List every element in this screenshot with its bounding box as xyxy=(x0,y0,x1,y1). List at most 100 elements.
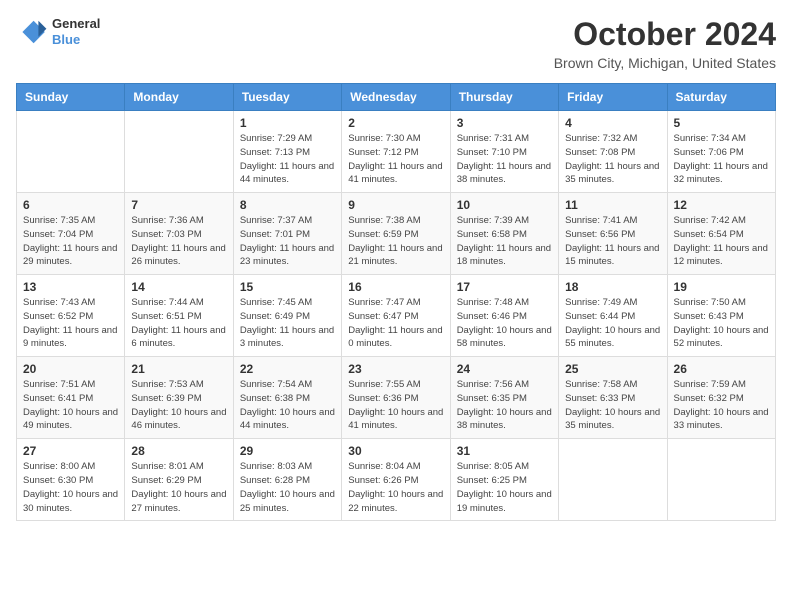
day-number: 1 xyxy=(240,116,335,130)
day-info: Sunrise: 7:32 AM Sunset: 7:08 PM Dayligh… xyxy=(565,132,660,187)
location: Brown City, Michigan, United States xyxy=(554,55,776,71)
logo: General Blue xyxy=(16,16,100,48)
day-info: Sunrise: 7:44 AM Sunset: 6:51 PM Dayligh… xyxy=(131,296,226,351)
calendar-cell: 4 Sunrise: 7:32 AM Sunset: 7:08 PM Daylig… xyxy=(559,111,667,193)
day-info: Sunrise: 7:36 AM Sunset: 7:03 PM Dayligh… xyxy=(131,214,226,269)
day-number: 10 xyxy=(457,198,552,212)
calendar-week-row: 27 Sunrise: 8:00 AM Sunset: 6:30 PM Dayli… xyxy=(17,439,776,521)
day-info: Sunrise: 7:45 AM Sunset: 6:49 PM Dayligh… xyxy=(240,296,335,351)
calendar-cell: 20Sunrise: 7:51 AM Sunset: 6:41 PM Dayli… xyxy=(17,357,125,439)
calendar-cell: 27 Sunrise: 8:00 AM Sunset: 6:30 PM Dayli… xyxy=(17,439,125,521)
calendar-cell: 11Sunrise: 7:41 AM Sunset: 6:56 PM Dayli… xyxy=(559,193,667,275)
day-number: 29 xyxy=(240,444,335,458)
day-number: 14 xyxy=(131,280,226,294)
day-number: 26 xyxy=(674,362,769,376)
day-number: 5 xyxy=(674,116,769,130)
calendar-cell: 30Sunrise: 8:04 AM Sunset: 6:26 PM Dayli… xyxy=(342,439,450,521)
day-info: Sunrise: 7:56 AM Sunset: 6:35 PM Dayligh… xyxy=(457,378,552,433)
day-info: Sunrise: 7:54 AM Sunset: 6:38 PM Dayligh… xyxy=(240,378,335,433)
title-block: October 2024 Brown City, Michigan, Unite… xyxy=(554,16,776,71)
day-info: Sunrise: 7:34 AM Sunset: 7:06 PM Dayligh… xyxy=(674,132,769,187)
day-number: 20 xyxy=(23,362,118,376)
day-info: Sunrise: 7:55 AM Sunset: 6:36 PM Dayligh… xyxy=(348,378,443,433)
weekday-header-saturday: Saturday xyxy=(667,84,775,111)
calendar-cell: 5 Sunrise: 7:34 AM Sunset: 7:06 PM Daylig… xyxy=(667,111,775,193)
day-info: Sunrise: 7:58 AM Sunset: 6:33 PM Dayligh… xyxy=(565,378,660,433)
day-number: 7 xyxy=(131,198,226,212)
calendar-week-row: 13Sunrise: 7:43 AM Sunset: 6:52 PM Dayli… xyxy=(17,275,776,357)
day-info: Sunrise: 7:35 AM Sunset: 7:04 PM Dayligh… xyxy=(23,214,118,269)
day-info: Sunrise: 8:01 AM Sunset: 6:29 PM Dayligh… xyxy=(131,460,226,515)
calendar-cell: 26Sunrise: 7:59 AM Sunset: 6:32 PM Dayli… xyxy=(667,357,775,439)
calendar-cell xyxy=(667,439,775,521)
day-number: 24 xyxy=(457,362,552,376)
weekday-header-monday: Monday xyxy=(125,84,233,111)
day-number: 3 xyxy=(457,116,552,130)
day-number: 6 xyxy=(23,198,118,212)
calendar-cell: 3Sunrise: 7:31 AM Sunset: 7:10 PM Daylig… xyxy=(450,111,558,193)
calendar-cell xyxy=(559,439,667,521)
calendar-cell: 7 Sunrise: 7:36 AM Sunset: 7:03 PM Daylig… xyxy=(125,193,233,275)
calendar-cell: 22 Sunrise: 7:54 AM Sunset: 6:38 PM Dayli… xyxy=(233,357,341,439)
day-number: 15 xyxy=(240,280,335,294)
calendar-cell: 21 Sunrise: 7:53 AM Sunset: 6:39 PM Dayli… xyxy=(125,357,233,439)
calendar-week-row: 20Sunrise: 7:51 AM Sunset: 6:41 PM Dayli… xyxy=(17,357,776,439)
calendar-cell: 14 Sunrise: 7:44 AM Sunset: 6:51 PM Dayli… xyxy=(125,275,233,357)
day-number: 21 xyxy=(131,362,226,376)
calendar-cell: 19Sunrise: 7:50 AM Sunset: 6:43 PM Dayli… xyxy=(667,275,775,357)
day-number: 25 xyxy=(565,362,660,376)
calendar-cell: 6 Sunrise: 7:35 AM Sunset: 7:04 PM Daylig… xyxy=(17,193,125,275)
day-number: 30 xyxy=(348,444,443,458)
day-number: 23 xyxy=(348,362,443,376)
page-header: General Blue October 2024 Brown City, Mi… xyxy=(16,16,776,71)
day-number: 17 xyxy=(457,280,552,294)
month-title: October 2024 xyxy=(554,16,776,53)
logo-line1: General xyxy=(52,16,100,32)
day-info: Sunrise: 7:29 AM Sunset: 7:13 PM Dayligh… xyxy=(240,132,335,187)
day-number: 4 xyxy=(565,116,660,130)
calendar-cell: 2Sunrise: 7:30 AM Sunset: 7:12 PM Daylig… xyxy=(342,111,450,193)
calendar-cell: 24 Sunrise: 7:56 AM Sunset: 6:35 PM Dayli… xyxy=(450,357,558,439)
day-number: 13 xyxy=(23,280,118,294)
calendar-cell: 8 Sunrise: 7:37 AM Sunset: 7:01 PM Daylig… xyxy=(233,193,341,275)
weekday-header-row: SundayMondayTuesdayWednesdayThursdayFrid… xyxy=(17,84,776,111)
calendar-cell: 23 Sunrise: 7:55 AM Sunset: 6:36 PM Dayli… xyxy=(342,357,450,439)
weekday-header-tuesday: Tuesday xyxy=(233,84,341,111)
calendar-week-row: 1 Sunrise: 7:29 AM Sunset: 7:13 PM Daylig… xyxy=(17,111,776,193)
logo-line2: Blue xyxy=(52,32,100,48)
calendar-table: SundayMondayTuesdayWednesdayThursdayFrid… xyxy=(16,83,776,521)
calendar-cell: 16Sunrise: 7:47 AM Sunset: 6:47 PM Dayli… xyxy=(342,275,450,357)
calendar-cell: 28 Sunrise: 8:01 AM Sunset: 6:29 PM Dayli… xyxy=(125,439,233,521)
day-info: Sunrise: 8:05 AM Sunset: 6:25 PM Dayligh… xyxy=(457,460,552,515)
day-info: Sunrise: 7:47 AM Sunset: 6:47 PM Dayligh… xyxy=(348,296,443,351)
day-number: 27 xyxy=(23,444,118,458)
day-info: Sunrise: 7:37 AM Sunset: 7:01 PM Dayligh… xyxy=(240,214,335,269)
day-info: Sunrise: 7:50 AM Sunset: 6:43 PM Dayligh… xyxy=(674,296,769,351)
calendar-cell xyxy=(17,111,125,193)
calendar-cell: 9 Sunrise: 7:38 AM Sunset: 6:59 PM Daylig… xyxy=(342,193,450,275)
day-info: Sunrise: 8:00 AM Sunset: 6:30 PM Dayligh… xyxy=(23,460,118,515)
day-info: Sunrise: 7:48 AM Sunset: 6:46 PM Dayligh… xyxy=(457,296,552,351)
calendar-cell: 17 Sunrise: 7:48 AM Sunset: 6:46 PM Dayli… xyxy=(450,275,558,357)
logo-text: General Blue xyxy=(52,16,100,47)
calendar-cell: 13Sunrise: 7:43 AM Sunset: 6:52 PM Dayli… xyxy=(17,275,125,357)
day-info: Sunrise: 7:39 AM Sunset: 6:58 PM Dayligh… xyxy=(457,214,552,269)
calendar-cell: 25 Sunrise: 7:58 AM Sunset: 6:33 PM Dayli… xyxy=(559,357,667,439)
day-number: 9 xyxy=(348,198,443,212)
day-number: 28 xyxy=(131,444,226,458)
weekday-header-sunday: Sunday xyxy=(17,84,125,111)
calendar-cell: 10 Sunrise: 7:39 AM Sunset: 6:58 PM Dayli… xyxy=(450,193,558,275)
day-number: 31 xyxy=(457,444,552,458)
day-info: Sunrise: 7:53 AM Sunset: 6:39 PM Dayligh… xyxy=(131,378,226,433)
calendar-cell: 31 Sunrise: 8:05 AM Sunset: 6:25 PM Dayli… xyxy=(450,439,558,521)
weekday-header-friday: Friday xyxy=(559,84,667,111)
day-number: 8 xyxy=(240,198,335,212)
day-number: 18 xyxy=(565,280,660,294)
day-number: 22 xyxy=(240,362,335,376)
day-number: 2 xyxy=(348,116,443,130)
calendar-cell xyxy=(125,111,233,193)
day-number: 12 xyxy=(674,198,769,212)
calendar-cell: 29Sunrise: 8:03 AM Sunset: 6:28 PM Dayli… xyxy=(233,439,341,521)
day-info: Sunrise: 7:38 AM Sunset: 6:59 PM Dayligh… xyxy=(348,214,443,269)
logo-icon xyxy=(16,16,48,48)
